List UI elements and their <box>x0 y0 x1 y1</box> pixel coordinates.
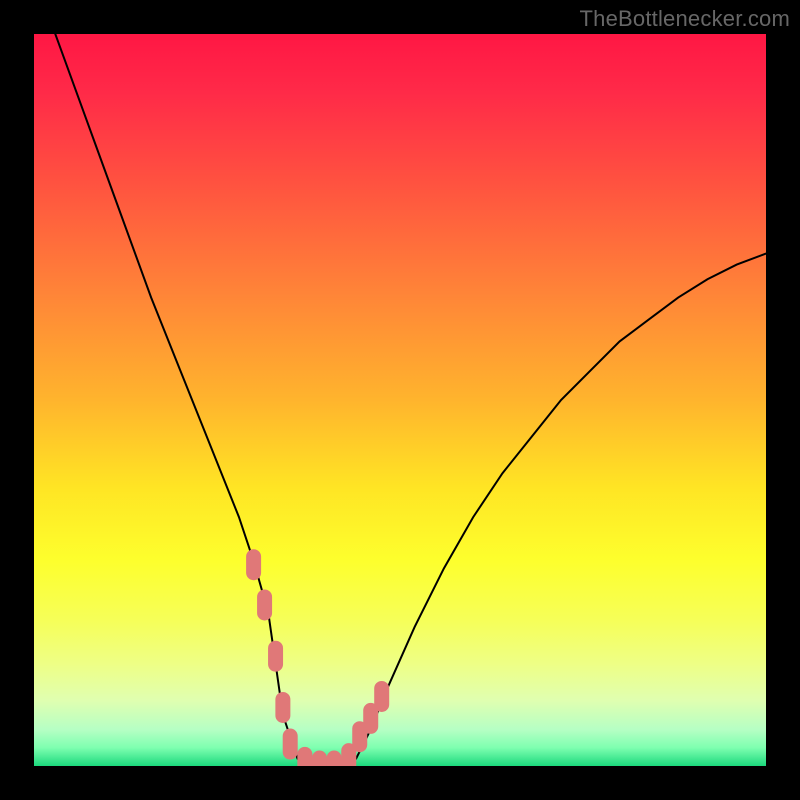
gradient-background <box>34 34 766 766</box>
bottleneck-chart <box>34 34 766 766</box>
watermark-text: TheBottlenecker.com <box>580 6 790 32</box>
chart-frame: TheBottlenecker.com <box>0 0 800 800</box>
plot-area <box>34 34 766 766</box>
